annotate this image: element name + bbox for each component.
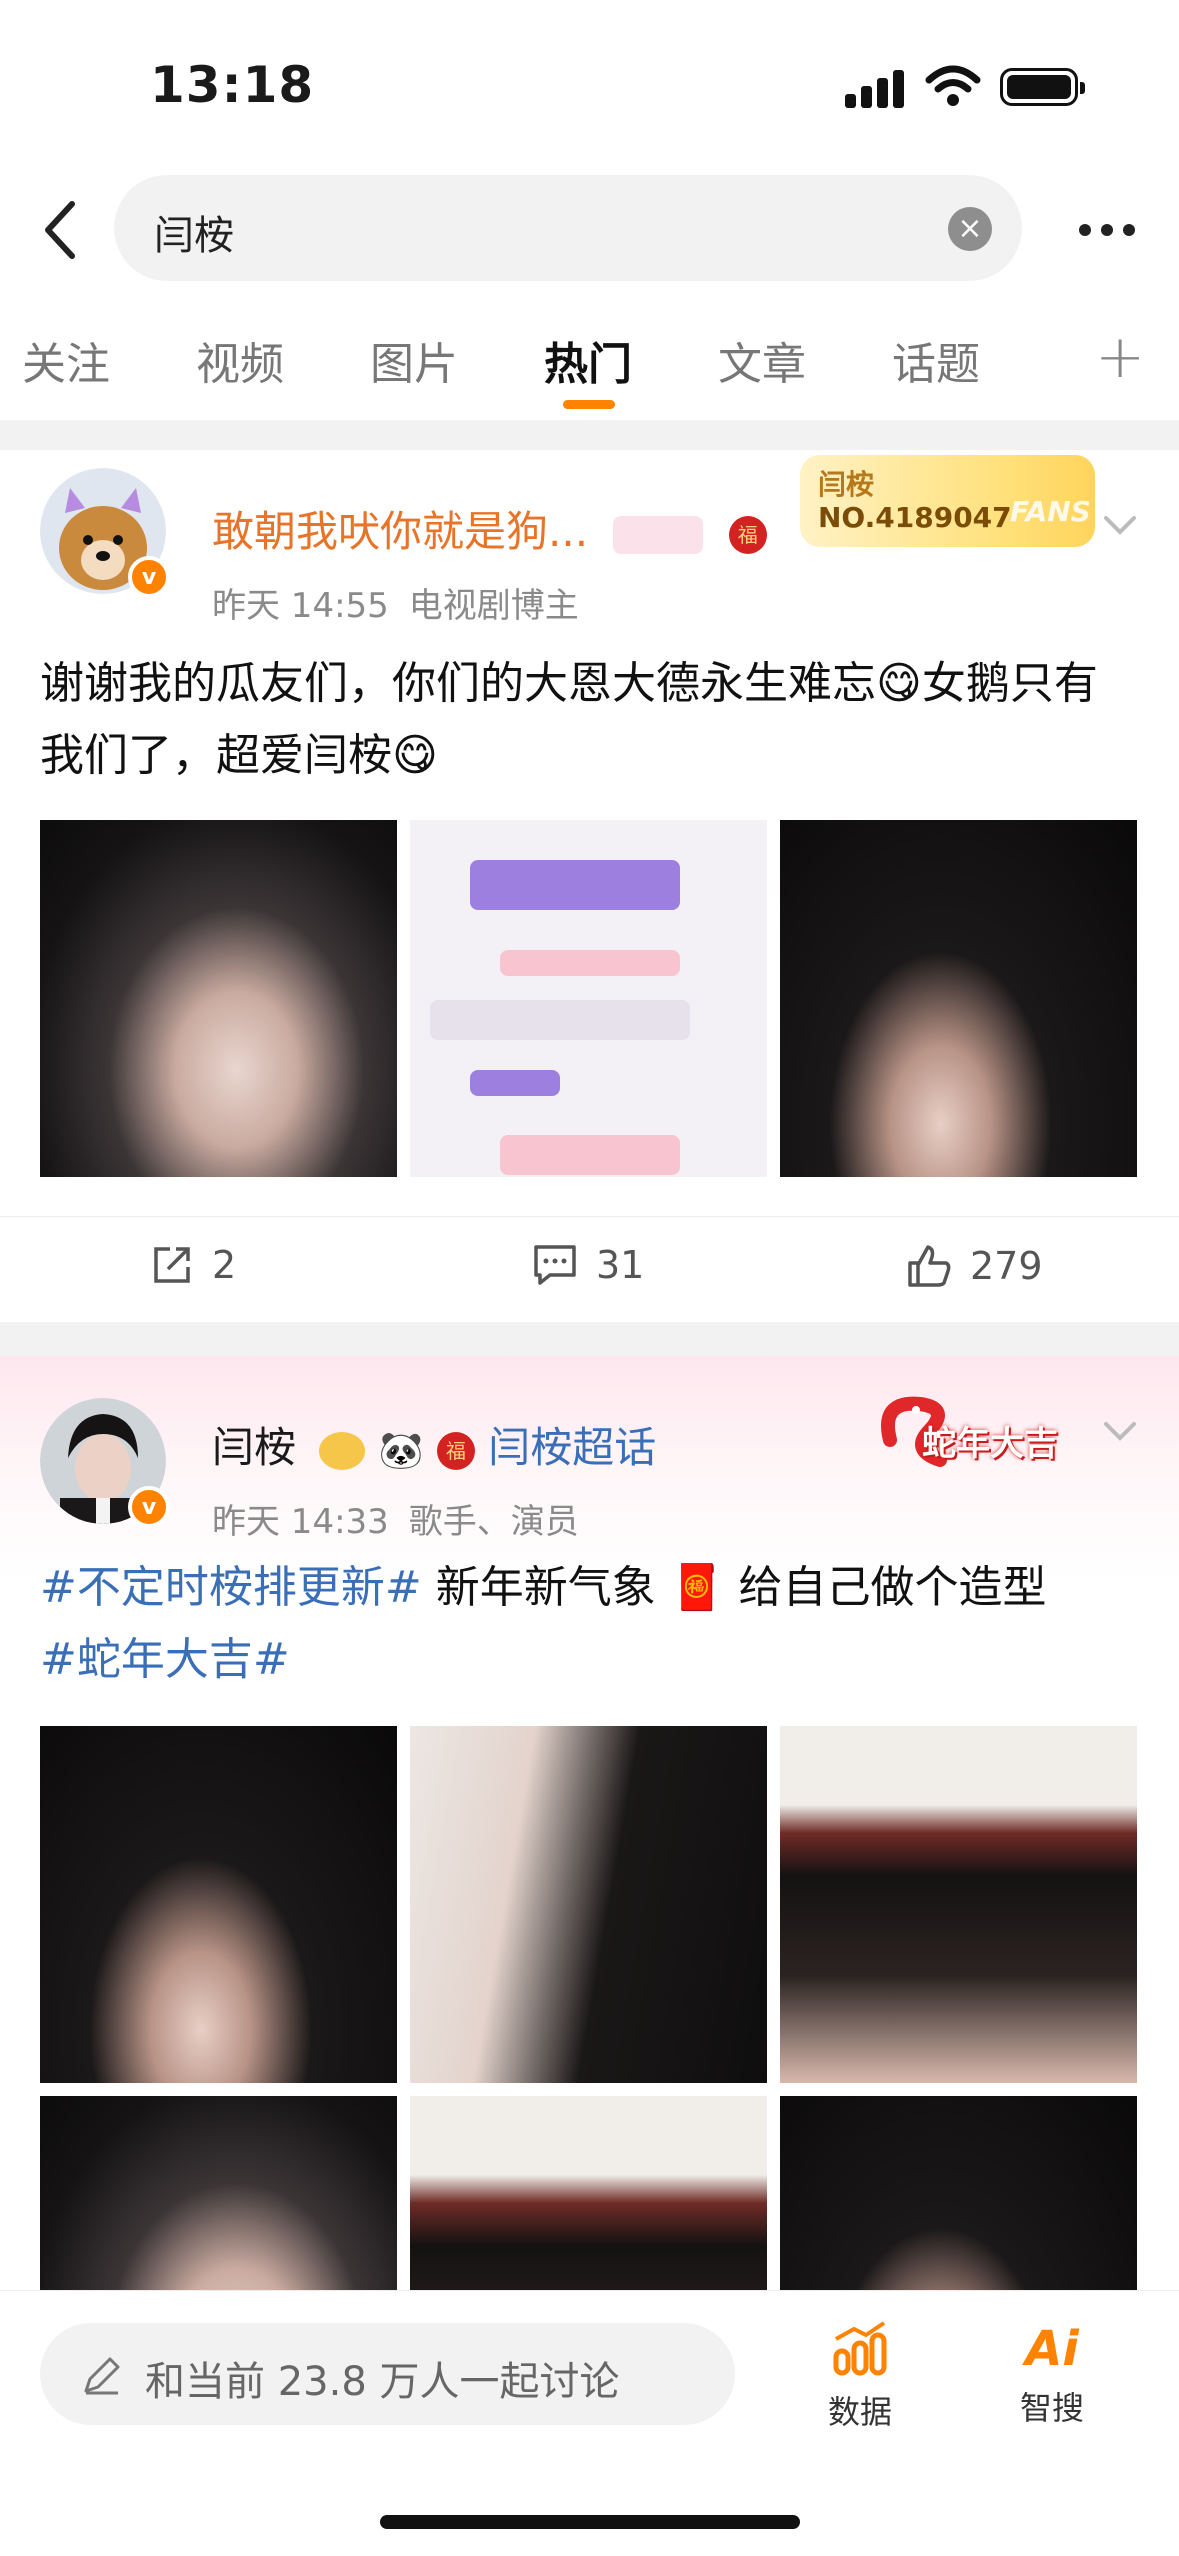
- section-divider: [0, 1322, 1179, 1356]
- fu-badge-icon: 福: [728, 515, 767, 554]
- chevron-down-icon[interactable]: [1102, 1414, 1138, 1450]
- post-image[interactable]: [780, 820, 1137, 1177]
- thumbs-up-icon: [908, 1245, 951, 1287]
- like-count: 279: [970, 1244, 1043, 1288]
- post-source: 歌手、演员: [408, 1502, 579, 1542]
- post-username[interactable]: 闫桉 🐼 福 闫桉超话: [212, 1414, 656, 1475]
- fans-badge-number: NO.4189047: [818, 501, 1012, 534]
- tab-articles[interactable]: 文章: [718, 328, 806, 392]
- dot-icon: [1079, 224, 1091, 236]
- post-text: #不定时桉排更新# 新年新气象 🧧 给自己做个造型 #蛇年大吉#: [40, 1552, 1140, 1696]
- post-actions: 2 31 279: [0, 1216, 1179, 1316]
- post-image[interactable]: [410, 1726, 767, 2083]
- search-input[interactable]: 闫桉 ×: [114, 175, 1022, 281]
- battery-icon: [1000, 68, 1085, 106]
- fans-badge-label: FANS: [1010, 495, 1091, 528]
- dot-icon: [1123, 224, 1135, 236]
- comment-icon: [534, 1245, 576, 1285]
- clear-search-button[interactable]: ×: [948, 207, 992, 251]
- share-button[interactable]: 2: [150, 1243, 236, 1287]
- post-image[interactable]: [40, 820, 397, 1177]
- tab-topics[interactable]: 话题: [892, 328, 980, 392]
- cellular-signal-icon: [845, 68, 905, 108]
- festive-badge: 蛇年大吉: [870, 1380, 1090, 1490]
- post-time: 昨天 14:55: [212, 586, 389, 626]
- post-image-chat-screenshot[interactable]: [410, 820, 767, 1177]
- avatar[interactable]: v: [40, 468, 170, 598]
- topic-link[interactable]: #蛇年大吉#: [40, 1634, 290, 1685]
- wifi-icon: [925, 65, 981, 106]
- panda-icon: 🐼: [378, 1430, 424, 1472]
- tab-hot[interactable]: 热门: [544, 328, 632, 392]
- ai-search-label: 智搜: [1019, 2389, 1084, 2427]
- section-divider: [0, 420, 1179, 450]
- data-label: 数据: [827, 2393, 892, 2431]
- pencil-icon: [84, 2357, 120, 2395]
- username-text: 敢朝我吠你就是狗...: [212, 507, 589, 556]
- verified-badge-icon: v: [128, 556, 170, 598]
- share-icon: [154, 1247, 190, 1283]
- back-button[interactable]: [30, 190, 90, 270]
- discussion-input[interactable]: 和当前 23.8 万人一起讨论: [40, 2323, 735, 2425]
- post-image[interactable]: [780, 1726, 1137, 2083]
- add-tab-button[interactable]: +: [1095, 322, 1145, 392]
- tab-following[interactable]: 关注: [22, 328, 110, 392]
- topic-link[interactable]: #不定时桉排更新#: [40, 1562, 422, 1613]
- verified-badge-icon: v: [128, 1486, 170, 1528]
- post-card[interactable]: v 闫桉 🐼 福 闫桉超话 昨天 14:33 歌手、演员 #不定时桉排更新# 新年…: [0, 1356, 1179, 2453]
- bar-chart-icon: [833, 2321, 887, 2376]
- fu-badge-icon: 福: [436, 1431, 475, 1470]
- post-username[interactable]: 敢朝我吠你就是狗... 福: [212, 498, 767, 559]
- post-card[interactable]: v 敢朝我吠你就是狗... 福 昨天 14:55 电视剧博主 谢谢我的瓜友们，你们…: [0, 450, 1179, 1320]
- more-options-button[interactable]: [1062, 200, 1152, 260]
- ai-icon: Ai: [1025, 2321, 1079, 2377]
- post-image[interactable]: [40, 1726, 397, 2083]
- home-indicator[interactable]: [380, 2515, 800, 2529]
- chevron-down-icon[interactable]: [1102, 508, 1138, 544]
- tab-images[interactable]: 图片: [370, 328, 458, 392]
- data-button[interactable]: 数据: [800, 2321, 920, 2433]
- comment-count: 31: [596, 1243, 645, 1287]
- share-count: 2: [212, 1243, 237, 1287]
- chevron-left-icon: [45, 201, 75, 259]
- comment-button[interactable]: 31: [532, 1243, 644, 1287]
- pink-badge-icon: [613, 515, 704, 554]
- username-text: 闫桉: [212, 1423, 297, 1472]
- status-time: 13:18: [150, 56, 315, 114]
- close-icon: ×: [957, 211, 983, 246]
- dot-icon: [1101, 224, 1113, 236]
- search-query: 闫桉: [154, 213, 234, 259]
- post-text: 谢谢我的瓜友们，你们的大恩大德永生难忘😋女鹅只有我们了，超爱闫桉😋: [40, 658, 1098, 781]
- supertopic-link[interactable]: 闫桉超话: [488, 1423, 656, 1472]
- status-bar: 13:18: [0, 0, 1179, 170]
- post-source: 电视剧博主: [408, 586, 579, 626]
- post-meta: 昨天 14:55 电视剧博主: [212, 578, 599, 627]
- post-time: 昨天 14:33: [212, 1502, 389, 1542]
- avatar[interactable]: v: [40, 1398, 170, 1528]
- post-meta: 昨天 14:33 歌手、演员: [212, 1494, 599, 1543]
- post-text-body: 新年新气象 🧧 给自己做个造型: [421, 1562, 1047, 1613]
- ai-search-button[interactable]: Ai 智搜: [992, 2321, 1112, 2429]
- like-button[interactable]: 279: [906, 1243, 1043, 1289]
- active-tab-indicator: [563, 400, 615, 409]
- fans-badge[interactable]: 闫桉 NO.4189047 FANS: [800, 455, 1095, 547]
- discussion-placeholder: 和当前 23.8 万人一起讨论: [145, 2359, 620, 2405]
- tab-video[interactable]: 视频: [196, 328, 284, 392]
- crown-badge-icon: [319, 1431, 366, 1470]
- fans-badge-name: 闫桉: [818, 468, 875, 501]
- festive-badge-text: 蛇年大吉: [922, 1424, 1058, 1464]
